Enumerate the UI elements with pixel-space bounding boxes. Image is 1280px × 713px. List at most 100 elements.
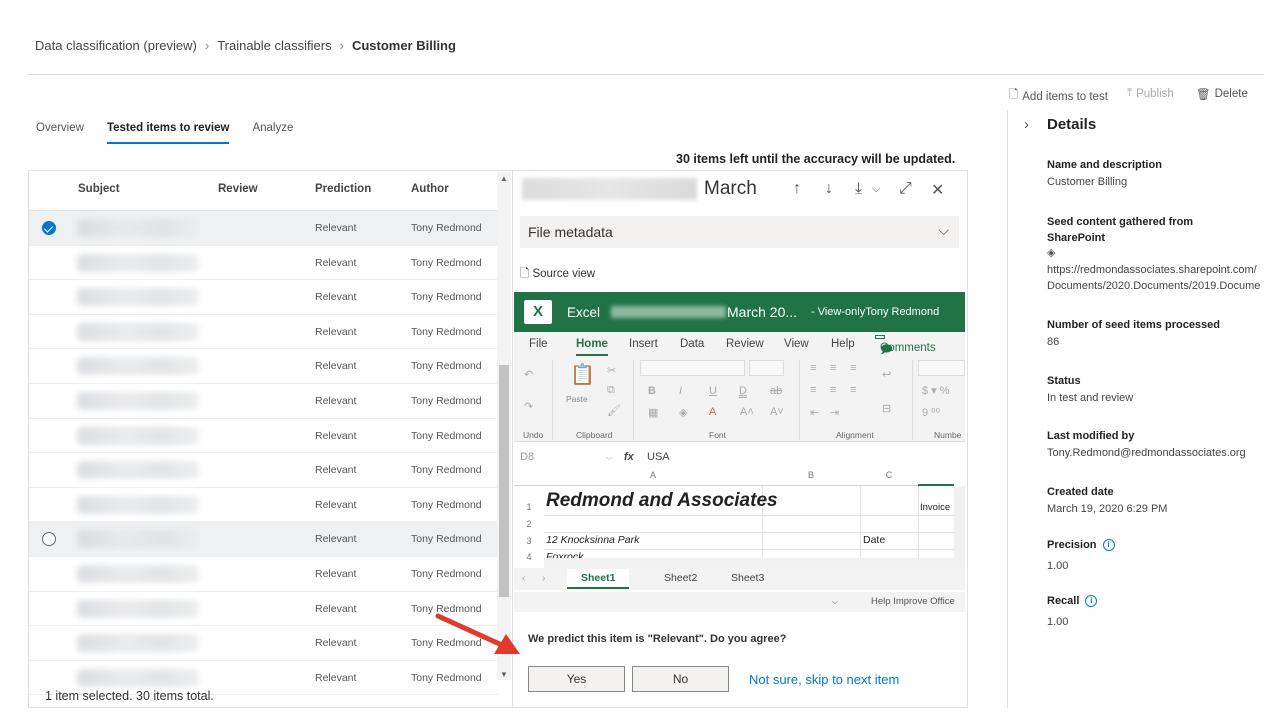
format-painter-icon[interactable]: 🖌 [607, 404, 621, 417]
row-number[interactable]: 3 [514, 536, 544, 546]
scroll-down-icon[interactable]: ▼ [500, 670, 508, 679]
row-number[interactable]: 4 [514, 552, 544, 562]
tab-analyze[interactable]: Analyze [252, 122, 293, 144]
sheet-tab-3[interactable]: Sheet3 [731, 572, 764, 584]
copy-icon[interactable]: ⧉ [607, 384, 615, 397]
bold-icon[interactable]: B [648, 385, 656, 397]
skip-link[interactable]: Not sure, skip to next item [749, 672, 899, 687]
excel-menu-review[interactable]: Review [726, 338, 764, 350]
info-icon[interactable]: i [1085, 595, 1098, 608]
table-row[interactable]: Relevant Tony Redmond [29, 315, 499, 350]
file-metadata-expander[interactable]: File metadata ⌵ [520, 216, 959, 248]
align-center-icon[interactable]: ≡ [830, 384, 836, 396]
row-number[interactable]: 2 [514, 519, 544, 529]
tab-overview[interactable]: Overview [36, 122, 84, 144]
sheet-tab-2[interactable]: Sheet2 [664, 572, 697, 584]
arrow-up-icon[interactable]: ↑ [793, 180, 801, 198]
row-checkbox[interactable] [42, 221, 56, 235]
tab-tested-items[interactable]: Tested items to review [106, 122, 229, 144]
wrap-text-icon[interactable]: ↩ [882, 368, 891, 381]
row-number[interactable]: 1 [514, 502, 544, 512]
font-color-icon[interactable]: A [709, 406, 716, 418]
help-improve-office-link[interactable]: Help Improve Office [871, 596, 955, 607]
excel-menu-view[interactable]: View [784, 338, 809, 350]
cell-a1[interactable]: Redmond and Associates [546, 490, 778, 512]
yes-button[interactable]: Yes [528, 666, 625, 692]
delete-button[interactable]: 🗑 Delete [1196, 87, 1248, 101]
table-row[interactable]: Relevant Tony Redmond [29, 384, 499, 419]
undo-icon[interactable]: ↶ [524, 368, 533, 381]
merge-center-icon[interactable]: ⊟ [882, 402, 891, 415]
no-button[interactable]: No [632, 666, 729, 692]
name-box[interactable]: D8 [520, 451, 534, 463]
column-header-a[interactable]: A [544, 470, 762, 486]
table-row[interactable]: Relevant Tony Redmond [29, 453, 499, 488]
close-icon[interactable]: ✕ [931, 180, 944, 200]
excel-menu-insert[interactable]: Insert [629, 338, 658, 350]
column-header-d[interactable] [918, 470, 954, 486]
cell-d1[interactable]: Invoice [920, 502, 950, 513]
column-prediction[interactable]: Prediction [315, 183, 371, 195]
excel-grid[interactable]: A B C 1 2 3 4 Redmond and Associates Inv… [514, 470, 965, 568]
source-view-tab[interactable]: 🗋 Source view [520, 266, 596, 295]
sheet-next-icon[interactable]: › [542, 572, 546, 584]
info-icon[interactable]: i [1102, 539, 1115, 552]
select-all-corner[interactable] [514, 470, 544, 486]
strikethrough-icon[interactable]: ab [770, 385, 782, 397]
table-row[interactable]: Relevant Tony Redmond [29, 488, 499, 523]
column-header-c[interactable]: C [860, 470, 918, 486]
chevron-right-icon[interactable]: › [1024, 116, 1029, 133]
grow-font-icon[interactable]: A˄ [740, 406, 754, 418]
table-row[interactable]: Relevant Tony Redmond [29, 557, 499, 592]
align-top-icon[interactable]: ≡ [810, 362, 816, 374]
decimal-icon[interactable]: 9 ⁰⁰ [922, 406, 940, 419]
scroll-up-icon[interactable]: ▲ [500, 174, 508, 183]
column-author[interactable]: Author [411, 183, 449, 195]
underline-icon[interactable]: U [709, 385, 717, 397]
excel-menu-help[interactable]: Help [831, 338, 855, 350]
number-format-select[interactable] [918, 360, 965, 376]
chevron-down-icon[interactable]: ⌵ [832, 597, 838, 607]
table-row[interactable]: Relevant Tony Redmond [29, 280, 499, 315]
align-right-icon[interactable]: ≡ [850, 384, 856, 396]
column-subject[interactable]: Subject [78, 183, 120, 195]
arrow-down-icon[interactable]: ↓ [825, 180, 833, 198]
column-review[interactable]: Review [218, 183, 258, 195]
table-row[interactable]: Relevant Tony Redmond [29, 246, 499, 281]
decrease-indent-icon[interactable]: ⇤ [810, 406, 819, 419]
arrow-down-last-icon[interactable]: ⤓ [855, 180, 862, 198]
excel-comments-button[interactable]: 🗩 Comments [875, 335, 936, 356]
double-underline-icon[interactable]: D [739, 385, 747, 397]
list-scrollbar-thumb[interactable] [499, 365, 509, 597]
redo-icon[interactable]: ↷ [524, 400, 533, 413]
font-name-select[interactable] [640, 360, 745, 376]
table-row[interactable]: Relevant Tony Redmond [29, 592, 499, 627]
publish-button[interactable]: ⤒ Publish [1127, 87, 1174, 100]
fill-color-icon[interactable]: ◈ [679, 406, 687, 419]
excel-menu-file[interactable]: File [529, 338, 548, 350]
cut-icon[interactable]: ✂ [607, 364, 616, 377]
table-row[interactable]: Relevant Tony Redmond [29, 211, 499, 246]
shrink-font-icon[interactable]: A˅ [770, 406, 784, 418]
increase-indent-icon[interactable]: ⇥ [830, 406, 839, 419]
table-row[interactable]: Relevant Tony Redmond [29, 419, 499, 454]
align-middle-icon[interactable]: ≡ [830, 362, 836, 374]
column-header-b[interactable]: B [762, 470, 860, 486]
cell-c3[interactable]: Date [863, 534, 885, 546]
excel-menu-home[interactable]: Home [576, 338, 608, 356]
italic-icon[interactable]: I [679, 385, 682, 397]
align-bottom-icon[interactable]: ≡ [850, 362, 856, 374]
paste-icon[interactable]: 📋 [570, 362, 595, 387]
expand-icon[interactable]: ⤢ [899, 180, 912, 198]
excel-menu-data[interactable]: Data [680, 338, 704, 350]
font-size-select[interactable] [749, 360, 784, 376]
chevron-down-icon[interactable]: ⌵ [872, 183, 880, 196]
breadcrumb-item-trainable-classifiers[interactable]: Trainable classifiers [217, 38, 331, 53]
formula-value[interactable]: USA [647, 451, 670, 463]
grid-vertical-scrollbar[interactable] [954, 486, 965, 568]
add-items-button[interactable]: 🗋 Add items to test [1009, 87, 1108, 106]
grid-horizontal-scrollbar[interactable] [544, 558, 954, 568]
name-box-dropdown-icon[interactable]: ⌵ [606, 453, 612, 463]
sheet-prev-icon[interactable]: ‹ [522, 572, 526, 584]
breadcrumb-item-data-classification[interactable]: Data classification (preview) [35, 38, 197, 53]
